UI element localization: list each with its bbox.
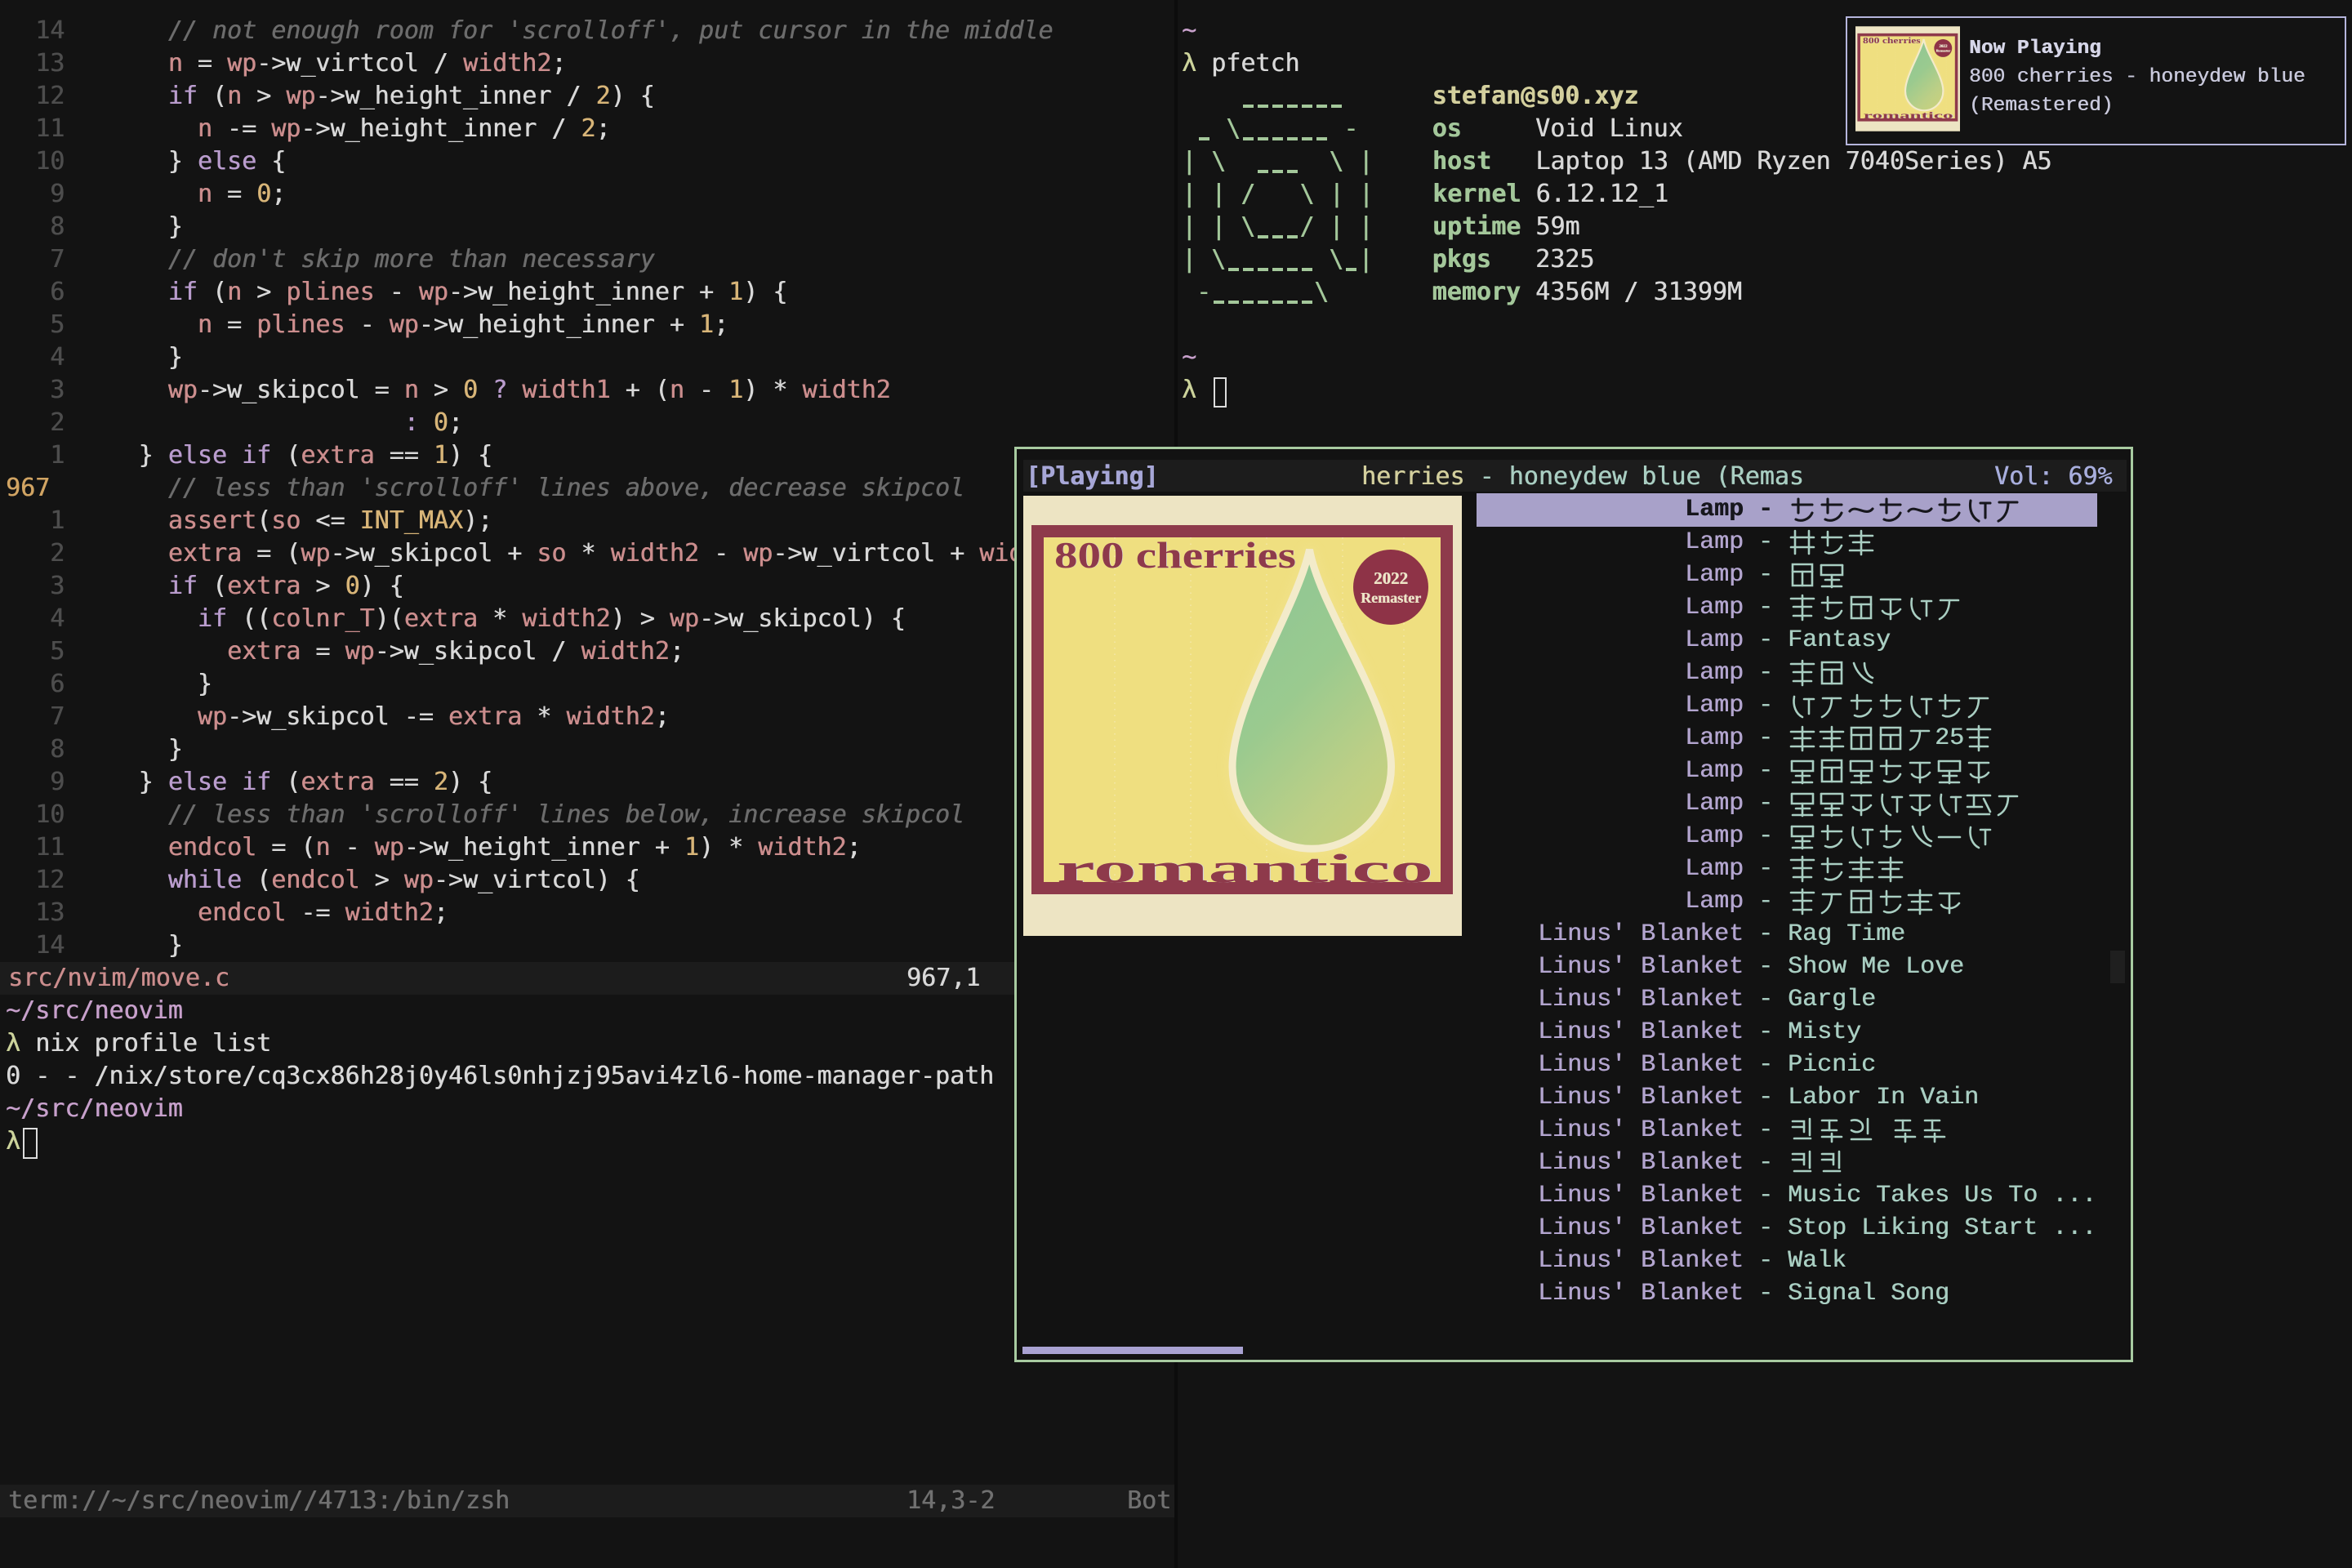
svg-text:800 cherries: 800 cherries (1054, 535, 1296, 576)
svg-text:romantico: romantico (1057, 845, 1433, 891)
svg-text:romantico: romantico (1864, 109, 1953, 121)
svg-text:Remaster: Remaster (1361, 590, 1421, 606)
svg-text:800 cherries: 800 cherries (1863, 36, 1921, 46)
svg-text:Remaster: Remaster (1936, 48, 1950, 52)
svg-text:2022: 2022 (1374, 568, 1408, 588)
